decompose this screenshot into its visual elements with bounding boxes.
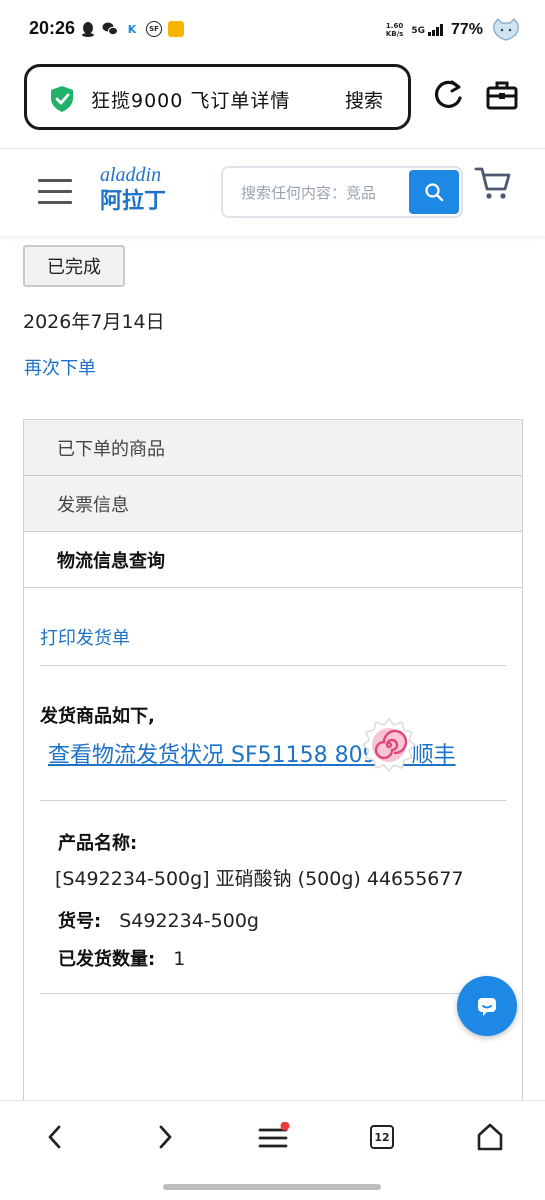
browser-toolbar: 狂揽9000 飞订单详情 搜索 bbox=[0, 60, 545, 148]
aladdin-logo[interactable]: aladdin 阿拉丁 bbox=[100, 164, 196, 220]
site-search: 搜索任何内容：竞品 bbox=[221, 166, 463, 218]
status-time: 20:26 bbox=[29, 18, 76, 38]
reorder-link[interactable]: 再次下单 bbox=[24, 354, 96, 380]
toolbox-icon[interactable] bbox=[484, 78, 520, 114]
cat-avatar-icon bbox=[493, 18, 519, 41]
print-delivery-note-link[interactable]: 打印发货单 bbox=[40, 624, 506, 666]
forward-button[interactable] bbox=[143, 1117, 187, 1157]
search-button[interactable]: 搜索 bbox=[345, 86, 383, 113]
site-header: aladdin 阿拉丁 搜索任何内容：竞品 bbox=[0, 148, 545, 236]
menu-icon bbox=[258, 1122, 290, 1148]
notification-icons: K SF bbox=[80, 21, 184, 37]
tracking-link[interactable]: 查看物流发货状况 SF51158 80982 顺丰 bbox=[48, 738, 488, 774]
signal-icon: 5G bbox=[411, 24, 443, 36]
qq-icon bbox=[82, 22, 94, 37]
logistics-panel: 打印发货单 发货商品如下, 查看物流发货状况 SF51158 80982 顺丰 … bbox=[24, 588, 522, 1102]
tab-invoice[interactable]: 发票信息 bbox=[24, 476, 522, 532]
k-app-icon: K bbox=[127, 22, 137, 36]
sku-row: 货号: S492234-500g bbox=[58, 907, 506, 933]
divider bbox=[40, 800, 506, 801]
chevron-left-icon bbox=[48, 1125, 61, 1149]
sku-value: S492234-500g bbox=[119, 910, 259, 932]
product-name: [S492234-500g] 亚硝酸钠 (500g) 44655677 bbox=[55, 868, 464, 890]
order-date: 2026年7月14日 bbox=[23, 311, 165, 333]
sku-label: 货号: bbox=[58, 911, 102, 932]
net-speed: 1.60 KB/s bbox=[385, 22, 404, 38]
menu-icon[interactable] bbox=[38, 179, 72, 205]
browser-bottom-nav: 12 bbox=[0, 1100, 545, 1200]
reload-icon[interactable] bbox=[430, 78, 466, 114]
home-icon bbox=[477, 1123, 503, 1151]
chevron-right-icon bbox=[159, 1125, 172, 1149]
shield-check-icon bbox=[51, 86, 73, 112]
floating-sticker-icon[interactable] bbox=[360, 716, 418, 774]
menu-button[interactable] bbox=[251, 1117, 295, 1157]
search-input[interactable]: 搜索任何内容：竞品 bbox=[241, 182, 411, 203]
divider bbox=[40, 993, 506, 994]
sf-icon: SF bbox=[146, 21, 162, 37]
qty-label: 已发货数量: bbox=[58, 949, 156, 970]
gesture-bar bbox=[163, 1184, 381, 1190]
wechat-icon bbox=[102, 22, 118, 36]
search-icon bbox=[425, 183, 444, 202]
status-bar: 20:26 K SF 1.60 KB/s 5G 77% bbox=[0, 0, 545, 60]
battery-level: 77% bbox=[450, 21, 483, 38]
tab-logistics[interactable]: 物流信息查询 bbox=[24, 532, 522, 588]
shipped-items-title: 发货商品如下, bbox=[40, 706, 155, 727]
gold-app-icon bbox=[168, 21, 184, 37]
tab-count-badge: 12 bbox=[370, 1125, 394, 1149]
product-name-label: 产品名称: bbox=[58, 833, 138, 854]
cart-icon[interactable] bbox=[474, 165, 512, 201]
address-bar[interactable]: 狂揽9000 飞订单详情 搜索 bbox=[24, 64, 411, 130]
qty-row: 已发货数量: 1 bbox=[58, 945, 506, 971]
url-text: 狂揽9000 飞订单详情 bbox=[91, 90, 291, 112]
tab-ordered-items[interactable]: 已下单的商品 bbox=[24, 420, 522, 476]
home-button[interactable] bbox=[468, 1117, 512, 1157]
qty-value: 1 bbox=[173, 948, 186, 970]
tabs-button[interactable]: 12 bbox=[360, 1117, 404, 1157]
back-button[interactable] bbox=[33, 1117, 77, 1157]
site-search-button[interactable] bbox=[409, 170, 459, 214]
status-badge: 已完成 bbox=[23, 245, 125, 287]
chat-button[interactable] bbox=[457, 976, 517, 1036]
order-accordion: 已下单的商品 发票信息 物流信息查询 打印发货单 发货商品如下, 查看物流发货状… bbox=[23, 419, 523, 1103]
chat-icon bbox=[478, 998, 496, 1016]
